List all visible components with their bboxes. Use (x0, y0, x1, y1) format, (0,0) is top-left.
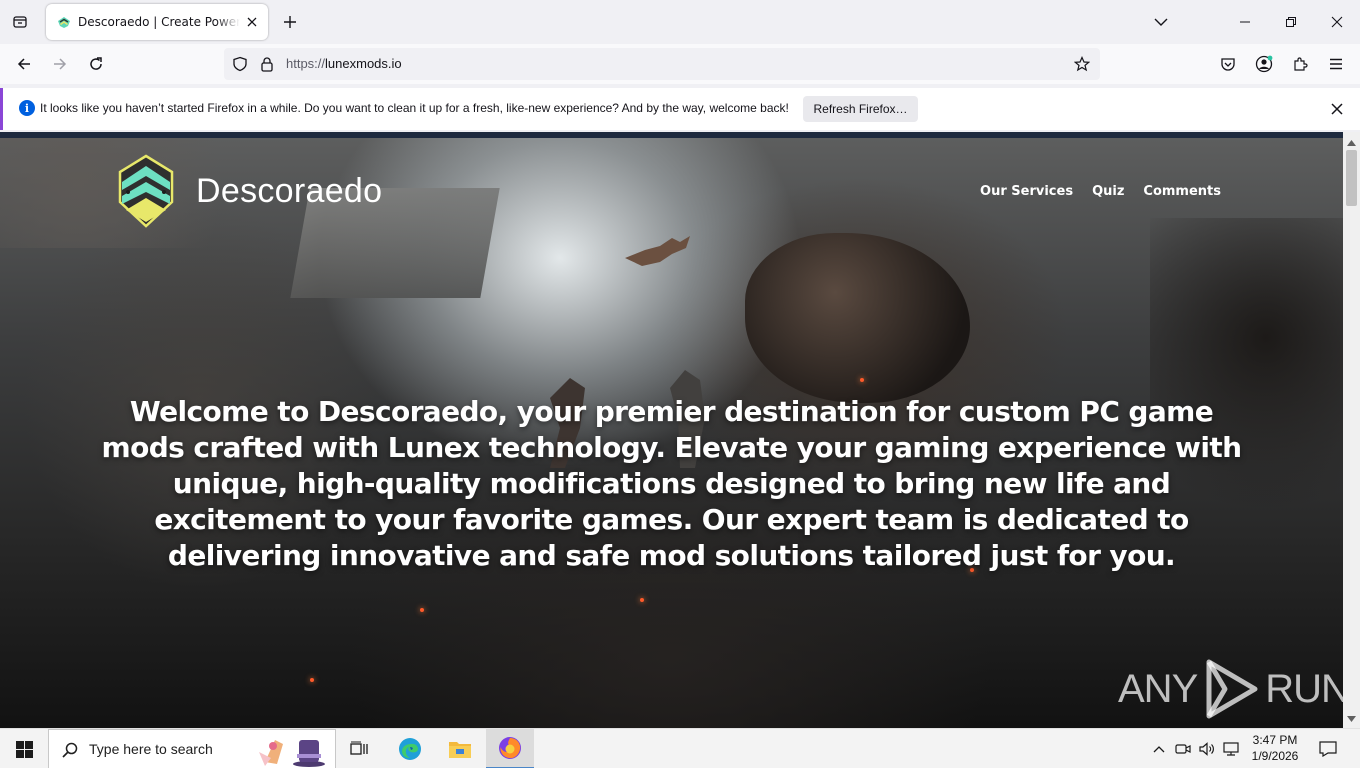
shield-icon[interactable] (232, 56, 248, 72)
task-view-icon (350, 741, 368, 755)
tab-strip: Descoraedo | Create Powerful P (0, 0, 1360, 44)
edge-icon (399, 738, 421, 760)
minimize-button[interactable] (1222, 0, 1268, 44)
watermark-text-right: RUN (1265, 666, 1343, 711)
search-icon (62, 742, 78, 758)
tab-close-button[interactable] (244, 14, 260, 30)
close-icon (1331, 16, 1343, 28)
background-boulder (745, 233, 970, 403)
list-all-tabs-button[interactable] (1138, 0, 1184, 44)
notification-message: It looks like you haven’t started Firefo… (40, 101, 789, 115)
file-explorer-icon (449, 742, 471, 758)
windows-logo-icon (15, 740, 33, 758)
scroll-up-arrow[interactable] (1347, 138, 1356, 147)
arrow-left-icon (17, 58, 30, 70)
network-icon (1223, 742, 1239, 756)
clock-time: 3:47 PM (1252, 733, 1298, 747)
site-brand[interactable]: Descoraedo (116, 154, 382, 228)
ember (640, 598, 644, 602)
meet-now-button[interactable] (1172, 729, 1194, 768)
maximize-button[interactable] (1268, 0, 1314, 44)
account-icon (1255, 55, 1273, 73)
reload-button[interactable] (80, 48, 112, 80)
account-button[interactable] (1248, 48, 1280, 80)
hamburger-menu-icon (1330, 58, 1342, 70)
play-logo-icon (1206, 659, 1258, 719)
plus-icon (284, 16, 296, 28)
close-window-button[interactable] (1314, 0, 1360, 44)
puzzle-icon (1294, 57, 1308, 71)
watermark-text-left: ANY (1118, 666, 1198, 711)
clock-date: 1/9/2026 (1251, 749, 1299, 763)
descoraedo-logo-icon (118, 154, 174, 228)
nav-link-comments[interactable]: Comments (1143, 184, 1221, 199)
search-highlight-illustration (259, 740, 325, 767)
bookmark-star-icon[interactable] (1074, 56, 1090, 72)
back-button[interactable] (8, 48, 40, 80)
ember (420, 608, 424, 612)
notification-close-button[interactable] (1325, 97, 1349, 121)
triangle-down-icon (1347, 715, 1356, 722)
lock-icon[interactable] (260, 56, 274, 72)
refresh-firefox-notification: i It looks like you haven’t started Fire… (0, 88, 1360, 130)
new-tab-button[interactable] (276, 9, 304, 35)
page-scrollbar[interactable] (1343, 132, 1360, 728)
site-navigation: Our Services Quiz Comments (980, 184, 1221, 199)
tab-title: Descoraedo | Create Powerful P (78, 15, 240, 29)
pocket-button[interactable] (1212, 48, 1244, 80)
close-icon (1331, 103, 1343, 115)
triangle-up-icon (1347, 139, 1356, 146)
start-button[interactable] (0, 729, 48, 768)
firefox-taskbar-button[interactable] (486, 729, 534, 768)
restore-icon (1286, 17, 1296, 27)
url-protocol: https:// (286, 56, 326, 71)
arrow-right-icon (54, 58, 67, 70)
nav-toolbar: https://lunexmods.io (0, 44, 1360, 84)
network-button[interactable] (1220, 729, 1242, 768)
speaker-icon (1199, 742, 1214, 756)
firefox-view-icon (13, 16, 27, 28)
scroll-down-arrow[interactable] (1347, 714, 1356, 723)
web-page: Descoraedo Our Services Quiz Comments We… (0, 138, 1343, 728)
file-explorer-taskbar-button[interactable] (436, 729, 484, 768)
hero-text: Welcome to Descoraedo, your premier dest… (101, 395, 1243, 572)
ember (860, 378, 864, 382)
ember (310, 678, 314, 682)
edge-taskbar-button[interactable] (386, 729, 434, 768)
task-view-button[interactable] (336, 729, 384, 768)
descoraedo-favicon (58, 17, 70, 28)
close-icon (247, 17, 257, 27)
scrollbar-thumb[interactable] (1346, 150, 1357, 206)
address-bar[interactable]: https://lunexmods.io (224, 48, 1100, 80)
falling-figure-image (625, 236, 690, 266)
notification-center-button[interactable] (1312, 729, 1344, 768)
chevron-down-icon (1154, 18, 1168, 26)
nav-link-our-services[interactable]: Our Services (980, 184, 1073, 199)
extensions-button[interactable] (1284, 48, 1316, 80)
taskbar-search-box[interactable]: Type here to search (48, 729, 336, 768)
browser-tab-active[interactable]: Descoraedo | Create Powerful P (46, 4, 268, 40)
windows-taskbar: Type here to search 3:47 PM 1/9/2026 (0, 728, 1360, 768)
camera-icon (1175, 744, 1191, 754)
show-hidden-icons-button[interactable] (1150, 729, 1168, 768)
firefox-view-button[interactable] (6, 9, 34, 35)
nav-link-quiz[interactable]: Quiz (1092, 184, 1124, 199)
site-brand-name: Descoraedo (196, 171, 383, 210)
chevron-up-icon (1153, 746, 1165, 753)
volume-button[interactable] (1196, 729, 1218, 768)
info-icon: i (19, 100, 35, 116)
firefox-icon (499, 737, 521, 759)
minimize-icon (1240, 21, 1250, 23)
app-menu-button[interactable] (1320, 48, 1352, 80)
system-clock[interactable]: 3:47 PM 1/9/2026 (1246, 732, 1304, 764)
reload-icon (90, 57, 102, 70)
pocket-icon (1221, 58, 1235, 71)
speech-bubble-icon (1319, 741, 1337, 757)
url-host: lunexmods.io (325, 56, 402, 71)
anyrun-watermark: ANY RUN (1118, 658, 1343, 720)
url-text[interactable]: https://lunexmods.io (286, 56, 402, 71)
refresh-firefox-button[interactable]: Refresh Firefox… (803, 96, 918, 122)
taskbar-search-placeholder: Type here to search (89, 741, 213, 757)
forward-button[interactable] (44, 48, 76, 80)
